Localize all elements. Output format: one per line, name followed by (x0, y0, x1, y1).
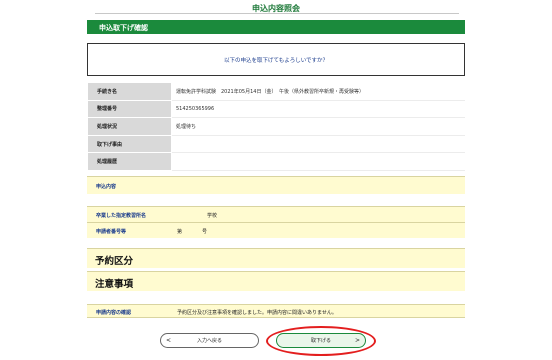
confirm-message-box: 以下の申込を取下げてもよろしいですか？ (87, 43, 465, 76)
row-value-procedure: 運転免許学科試験 2021年05月14日（金） 午後（県外教習所卒新規・再受験等… (171, 82, 465, 101)
row-value-history (171, 152, 465, 171)
table-row: 手続き名 運転免許学科試験 2021年05月14日（金） 午後（県外教習所卒新規… (87, 82, 465, 101)
row-label-withdraw-reason: 取下げ事由 (87, 134, 172, 154)
table-row: 処理履歴 (87, 152, 465, 171)
table-row: 整理番号 514250365996 (87, 99, 465, 119)
back-to-input-button[interactable]: < 入力へ戻る (160, 333, 259, 348)
application-heading-row: 申込内容 (87, 176, 465, 194)
notes-row (87, 271, 465, 291)
application-heading: 申込内容 (96, 184, 117, 190)
applicant-number-label: 申請者番号等 (96, 229, 127, 235)
row-label-reference-number: 整理番号 (87, 99, 172, 119)
applicant-number-prefix: 第 (177, 229, 183, 235)
row-label-procedure: 手続き名 (87, 82, 172, 101)
section-title-bar: 申込取下げ確認 (87, 20, 465, 34)
confirmation-label: 申請内容の確認 (96, 310, 132, 316)
confirm-message: 以下の申込を取下げてもよろしいですか？ (223, 57, 329, 64)
school-label: 卒業した指定教習所名 (96, 213, 147, 219)
highlight-circle (266, 326, 376, 356)
row-label-status: 処理状況 (87, 117, 172, 136)
row-value-withdraw-reason (171, 135, 465, 154)
notes-heading: 注意事項 (95, 279, 134, 290)
row-value-status: 処理待ち (171, 117, 465, 136)
school-row: 卒業した指定教習所名 学校 (87, 206, 465, 222)
confirmation-value: 予約区分及び注意事項を確認しました。申請内容に間違いありません。 (177, 310, 337, 316)
chevron-left-icon: < (166, 337, 172, 344)
table-row: 処理状況 処理待ち (87, 117, 465, 136)
applicant-number-row: 申請者番号等 第 号 (87, 222, 465, 238)
reservation-heading: 予約区分 (95, 256, 134, 267)
confirmation-row: 申請内容の確認 予約区分及び注意事項を確認しました。申請内容に間違いありません。 (87, 304, 465, 318)
reservation-row (87, 248, 465, 268)
table-row: 取下げ事由 (87, 134, 465, 154)
page-title: 申込内容照会 (252, 4, 300, 13)
row-label-history: 処理履歴 (87, 152, 172, 171)
back-button-label: 入力へ戻る (196, 338, 222, 344)
row-value-reference-number: 514250365996 (171, 100, 465, 119)
school-value: 学校 (207, 213, 218, 219)
title-divider (95, 13, 459, 14)
application-info-table: 手続き名 運転免許学科試験 2021年05月14日（金） 午後（県外教習所卒新規… (87, 82, 465, 171)
applicant-number-suffix: 号 (202, 229, 208, 235)
